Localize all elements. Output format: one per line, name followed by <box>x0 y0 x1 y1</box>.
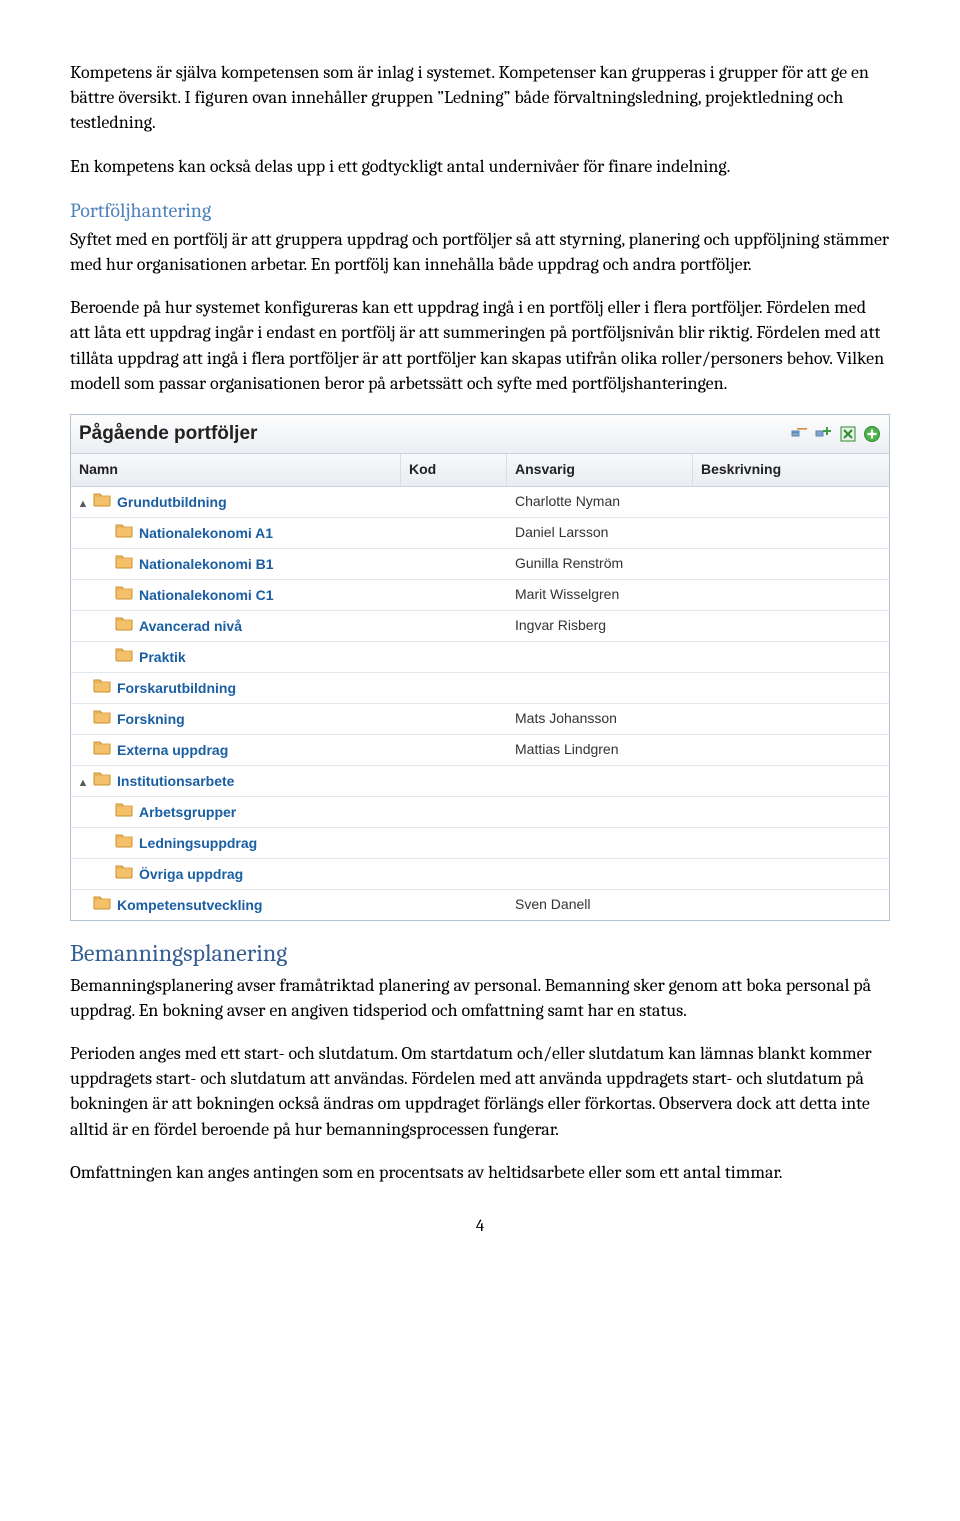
portfolio-link[interactable]: Forskning <box>117 711 185 727</box>
cell-namn: Forskning <box>71 708 401 730</box>
portfolio-link[interactable]: Kompetensutveckling <box>117 897 262 913</box>
portfolio-link[interactable]: Externa uppdrag <box>117 742 228 758</box>
portfolio-link[interactable]: Övriga uppdrag <box>139 866 243 882</box>
folder-icon <box>115 522 133 538</box>
portfolio-link[interactable]: Grundutbildning <box>117 494 227 510</box>
page-number: 4 <box>70 1215 890 1239</box>
table-body: ▲ Grundutbildning Charlotte Nyman Nationale… <box>71 487 889 920</box>
table-row[interactable]: ▲ Institutionsarbete <box>71 766 889 797</box>
cell-ansvarig: Mattias Lindgren <box>507 740 693 760</box>
cell-ansvarig: Daniel Larsson <box>507 523 693 543</box>
cell-namn: Ledningsuppdrag <box>71 832 401 854</box>
cell-ansvarig: Ingvar Risberg <box>507 616 693 636</box>
portfolio-link[interactable]: Arbetsgrupper <box>139 804 236 820</box>
folder-icon <box>93 739 111 755</box>
cell-namn: Nationalekonomi B1 <box>71 553 401 575</box>
cell-ansvarig: Charlotte Nyman <box>507 492 693 512</box>
folder-icon <box>115 615 133 631</box>
paragraph-beman-2: Perioden anges med ett start- och slutda… <box>70 1041 890 1142</box>
cell-ansvarig: Mats Johansson <box>507 709 693 729</box>
col-header-ansvarig[interactable]: Ansvarig <box>507 454 693 486</box>
portfolio-link[interactable]: Forskarutbildning <box>117 680 236 696</box>
paragraph-portf-1: Syftet med en portfölj är att gruppera u… <box>70 227 890 277</box>
cell-namn: Avancerad nivå <box>71 615 401 637</box>
table-row[interactable]: Avancerad nivå Ingvar Risberg <box>71 611 889 642</box>
folder-icon <box>93 677 111 693</box>
folder-icon <box>115 863 133 879</box>
expand-add-icon[interactable] <box>815 425 833 443</box>
portfolio-link[interactable]: Nationalekonomi B1 <box>139 556 274 572</box>
portfolio-link[interactable]: Institutionsarbete <box>117 773 234 789</box>
portfolio-link[interactable]: Praktik <box>139 649 186 665</box>
folder-icon <box>115 584 133 600</box>
cell-namn: ▲ Grundutbildning <box>71 491 401 513</box>
table-row[interactable]: Övriga uppdrag <box>71 859 889 890</box>
cell-namn: Kompetensutveckling <box>71 894 401 916</box>
tree-toggle-icon[interactable]: ▲ <box>77 778 89 789</box>
cell-namn: Nationalekonomi C1 <box>71 584 401 606</box>
table-row[interactable]: Forskning Mats Johansson <box>71 704 889 735</box>
widget-title: Pågående portföljer <box>79 421 257 448</box>
col-header-beskrivning[interactable]: Beskrivning <box>693 454 889 486</box>
paragraph-beman-1: Bemanningsplanering avser framåtriktad p… <box>70 973 890 1023</box>
table-row[interactable]: Praktik <box>71 642 889 673</box>
table-row[interactable]: Ledningsuppdrag <box>71 828 889 859</box>
table-row[interactable]: Nationalekonomi A1 Daniel Larsson <box>71 518 889 549</box>
cell-namn: Praktik <box>71 646 401 668</box>
portfolio-link[interactable]: Avancerad nivå <box>139 618 242 634</box>
cell-namn: Forskarutbildning <box>71 677 401 699</box>
cell-ansvarig: Gunilla Renström <box>507 554 693 574</box>
cell-namn: Övriga uppdrag <box>71 863 401 885</box>
table-row[interactable]: Externa uppdrag Mattias Lindgren <box>71 735 889 766</box>
add-icon[interactable] <box>863 425 881 443</box>
folder-icon <box>93 770 111 786</box>
folder-icon <box>93 894 111 910</box>
cell-namn: ▲ Institutionsarbete <box>71 770 401 792</box>
cell-namn: Externa uppdrag <box>71 739 401 761</box>
table-row[interactable]: Arbetsgrupper <box>71 797 889 828</box>
heading-portfoljhantering: Portföljhantering <box>70 197 890 225</box>
table-row[interactable]: Nationalekonomi C1 Marit Wisselgren <box>71 580 889 611</box>
folder-icon <box>115 646 133 662</box>
paragraph-portf-2: Beroende på hur systemet konfigureras ka… <box>70 295 890 396</box>
table-header-row: Namn Kod Ansvarig Beskrivning <box>71 454 889 487</box>
cell-namn: Arbetsgrupper <box>71 801 401 823</box>
cell-ansvarig: Sven Danell <box>507 895 693 915</box>
folder-icon <box>115 553 133 569</box>
widget-toolbar <box>791 425 881 443</box>
portfolio-widget: Pågående portföljer Namn Kod Ansvarig Be… <box>70 414 890 921</box>
table-row[interactable]: Kompetensutveckling Sven Danell <box>71 890 889 920</box>
heading-bemanningsplanering: Bemanningsplanering <box>70 937 890 971</box>
folder-icon <box>93 708 111 724</box>
widget-header: Pågående portföljer <box>71 415 889 455</box>
cell-namn: Nationalekonomi A1 <box>71 522 401 544</box>
paragraph-intro-1: Kompetens är själva kompetensen som är i… <box>70 60 890 136</box>
table-row[interactable]: Forskarutbildning <box>71 673 889 704</box>
folder-icon <box>115 832 133 848</box>
paragraph-intro-2: En kompetens kan också delas upp i ett g… <box>70 154 890 179</box>
folder-icon <box>115 801 133 817</box>
table-row[interactable]: Nationalekonomi B1 Gunilla Renström <box>71 549 889 580</box>
folder-icon <box>93 491 111 507</box>
col-header-namn[interactable]: Namn <box>71 454 401 486</box>
portfolio-link[interactable]: Nationalekonomi C1 <box>139 587 274 603</box>
col-header-kod[interactable]: Kod <box>401 454 507 486</box>
cell-ansvarig: Marit Wisselgren <box>507 585 693 605</box>
collapse-icon[interactable] <box>791 425 809 443</box>
portfolio-link[interactable]: Ledningsuppdrag <box>139 835 257 851</box>
paragraph-beman-3: Omfattningen kan anges antingen som en p… <box>70 1160 890 1185</box>
excel-export-icon[interactable] <box>839 425 857 443</box>
tree-toggle-icon[interactable]: ▲ <box>77 499 89 510</box>
table-row[interactable]: ▲ Grundutbildning Charlotte Nyman <box>71 487 889 518</box>
portfolio-link[interactable]: Nationalekonomi A1 <box>139 525 273 541</box>
